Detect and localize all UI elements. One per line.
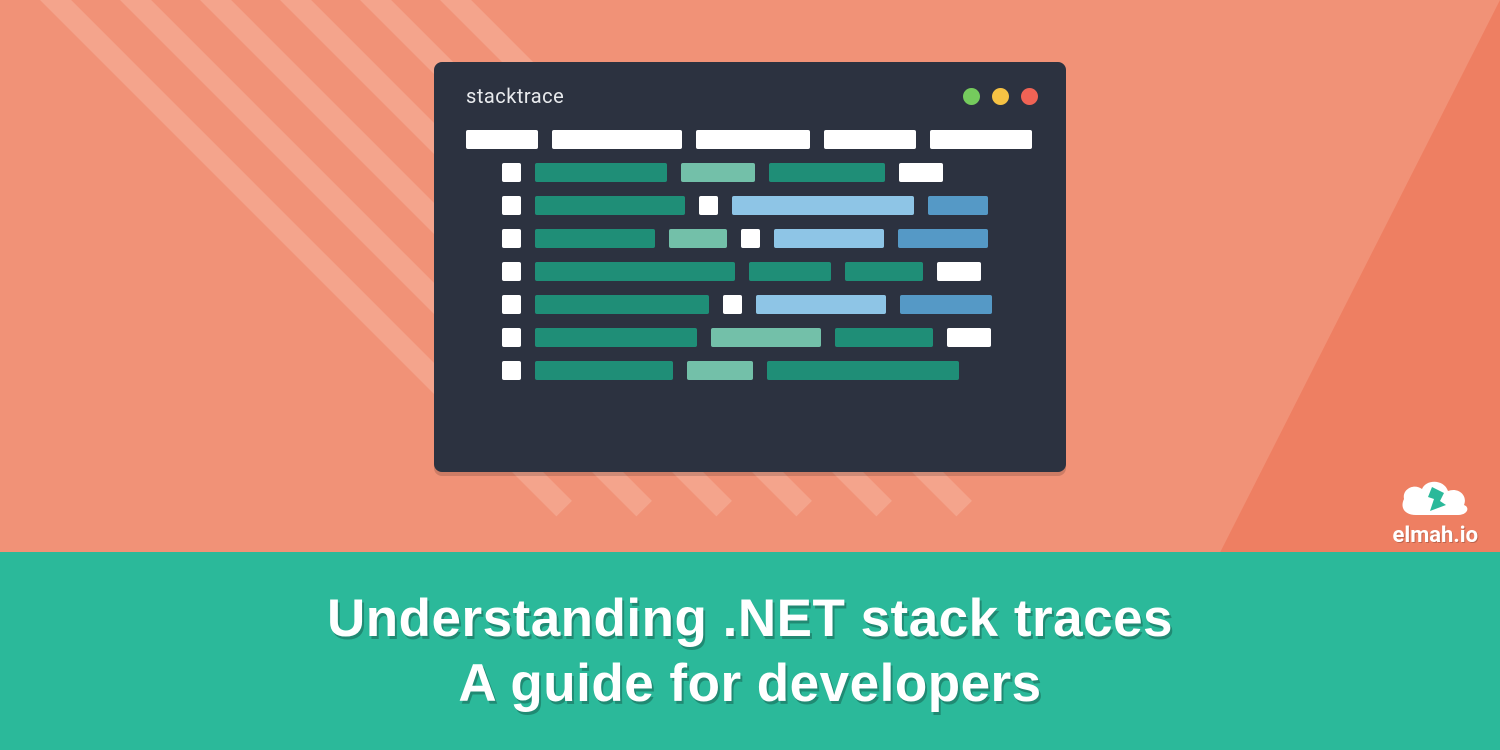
window-titlebar: stacktrace xyxy=(434,62,1066,120)
code-line xyxy=(466,295,1034,314)
code-segment xyxy=(899,163,943,182)
code-segment xyxy=(502,163,521,182)
code-segment xyxy=(845,262,923,281)
code-segment xyxy=(732,196,914,215)
code-segment xyxy=(687,361,753,380)
code-segment xyxy=(535,328,697,347)
code-segment xyxy=(769,163,885,182)
code-segment xyxy=(699,196,718,215)
code-segment xyxy=(749,262,831,281)
banner-line-2: A guide for developers xyxy=(458,653,1041,714)
window-controls xyxy=(963,88,1038,105)
code-segment xyxy=(947,328,991,347)
code-segment xyxy=(723,295,742,314)
code-segment xyxy=(824,130,916,149)
code-segment xyxy=(466,130,538,149)
code-segment xyxy=(696,130,810,149)
code-segment xyxy=(937,262,981,281)
code-segment xyxy=(669,229,727,248)
code-segment xyxy=(756,295,886,314)
code-segment xyxy=(930,130,1032,149)
code-line xyxy=(466,361,1034,380)
code-segment xyxy=(900,295,992,314)
code-segment xyxy=(502,262,521,281)
code-line xyxy=(466,262,1034,281)
window-title: stacktrace xyxy=(466,84,564,108)
code-segment xyxy=(774,229,884,248)
code-segment xyxy=(535,229,655,248)
code-line xyxy=(466,229,1034,248)
code-segment xyxy=(502,196,521,215)
brand-logo: elmah.io xyxy=(1393,477,1478,548)
title-banner: Understanding .NET stack traces A guide … xyxy=(0,552,1500,750)
banner-line-1: Understanding .NET stack traces xyxy=(327,588,1173,649)
code-segment xyxy=(711,328,821,347)
code-line xyxy=(466,130,1034,149)
code-segment xyxy=(535,262,735,281)
code-segment xyxy=(502,361,521,380)
code-line xyxy=(466,196,1034,215)
code-segment xyxy=(502,295,521,314)
code-segment xyxy=(898,229,988,248)
code-segment xyxy=(535,196,685,215)
elmah-cloud-icon xyxy=(1396,477,1474,527)
code-segment xyxy=(535,361,673,380)
close-icon xyxy=(1021,88,1038,105)
code-segment xyxy=(535,163,667,182)
code-segment xyxy=(741,229,760,248)
code-segment xyxy=(535,295,709,314)
code-line xyxy=(466,328,1034,347)
brand-name: elmah.io xyxy=(1393,523,1478,548)
code-line xyxy=(466,163,1034,182)
code-segment xyxy=(502,229,521,248)
code-segment xyxy=(502,328,521,347)
code-segment xyxy=(767,361,959,380)
stacktrace-window: stacktrace xyxy=(434,62,1066,472)
minimize-icon xyxy=(963,88,980,105)
code-segment xyxy=(552,130,682,149)
code-segment xyxy=(835,328,933,347)
code-segment xyxy=(681,163,755,182)
window-body xyxy=(434,120,1066,424)
maximize-icon xyxy=(992,88,1009,105)
code-segment xyxy=(928,196,988,215)
